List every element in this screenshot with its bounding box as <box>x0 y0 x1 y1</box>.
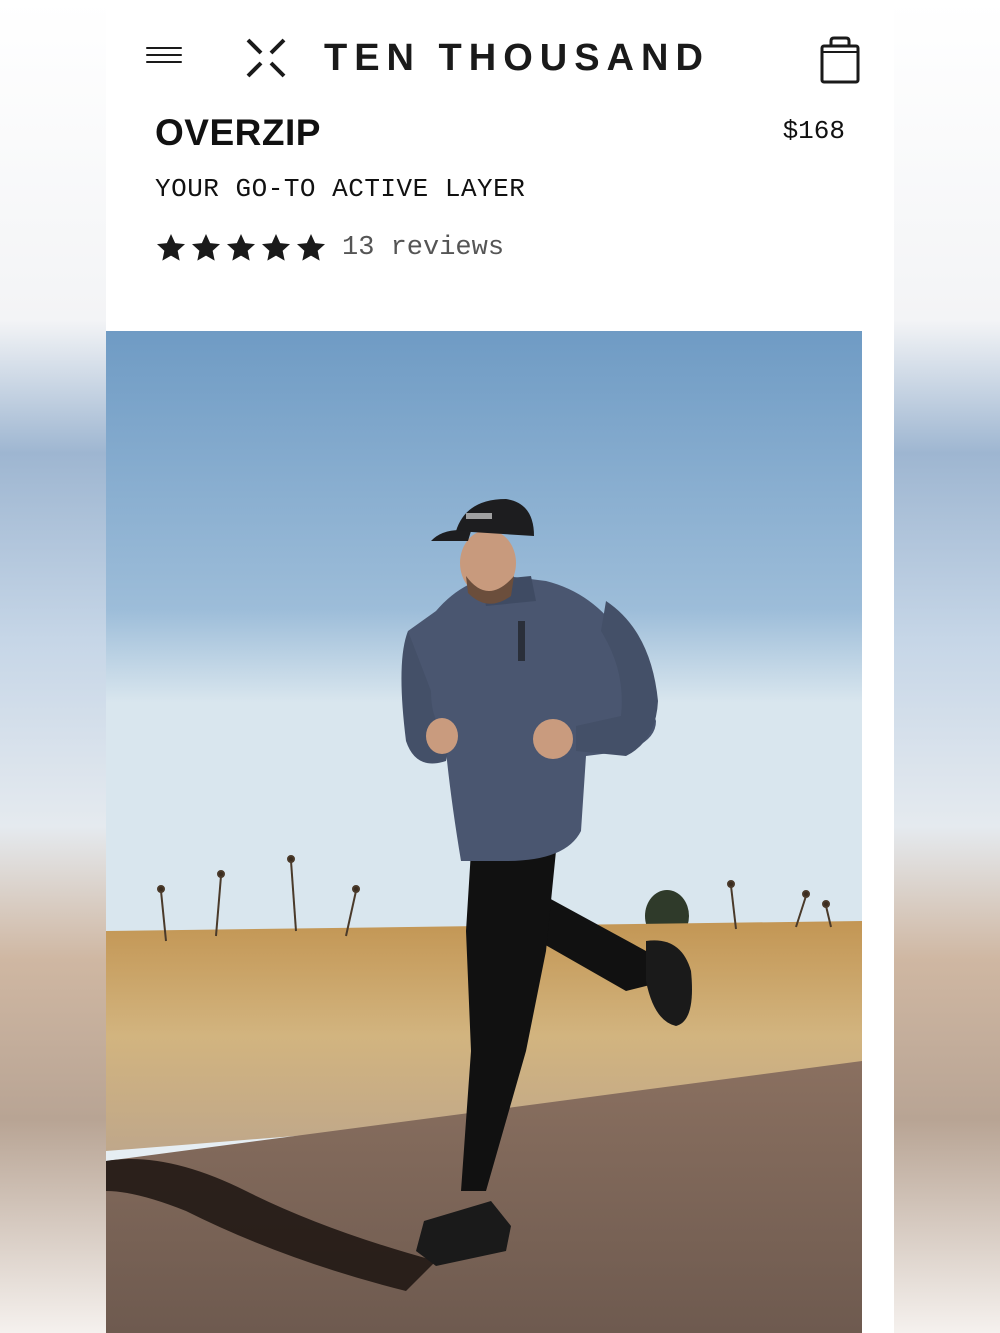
star-icon <box>227 234 255 261</box>
brand-name: TEN THOUSAND <box>324 36 710 79</box>
hamburger-menu-icon[interactable] <box>146 42 182 72</box>
product-title: OVERZIP <box>155 112 321 153</box>
star-icon <box>157 234 185 261</box>
ten-thousand-x-logo-icon <box>246 38 286 78</box>
product-page: TEN THOUSAND OVERZIP $168 YOUR GO-TO ACT… <box>106 0 894 1333</box>
star-rating <box>155 232 330 264</box>
star-icon <box>192 234 220 261</box>
product-hero-image[interactable] <box>106 331 862 1333</box>
product-price: $168 <box>782 116 845 146</box>
brand-logo[interactable]: TEN THOUSAND <box>244 34 710 82</box>
star-icon <box>297 234 325 261</box>
reviews-link[interactable]: 13 reviews <box>342 233 504 263</box>
star-icon <box>262 234 290 261</box>
background-blur-left <box>0 0 106 1333</box>
shopping-bag-icon[interactable] <box>818 36 862 84</box>
runner-photo <box>106 331 862 1333</box>
site-header: TEN THOUSAND <box>106 0 894 110</box>
product-rating[interactable]: 13 reviews <box>155 232 504 264</box>
product-tagline: YOUR GO-TO ACTIVE LAYER <box>155 174 526 204</box>
background-blur-right <box>894 0 1000 1333</box>
